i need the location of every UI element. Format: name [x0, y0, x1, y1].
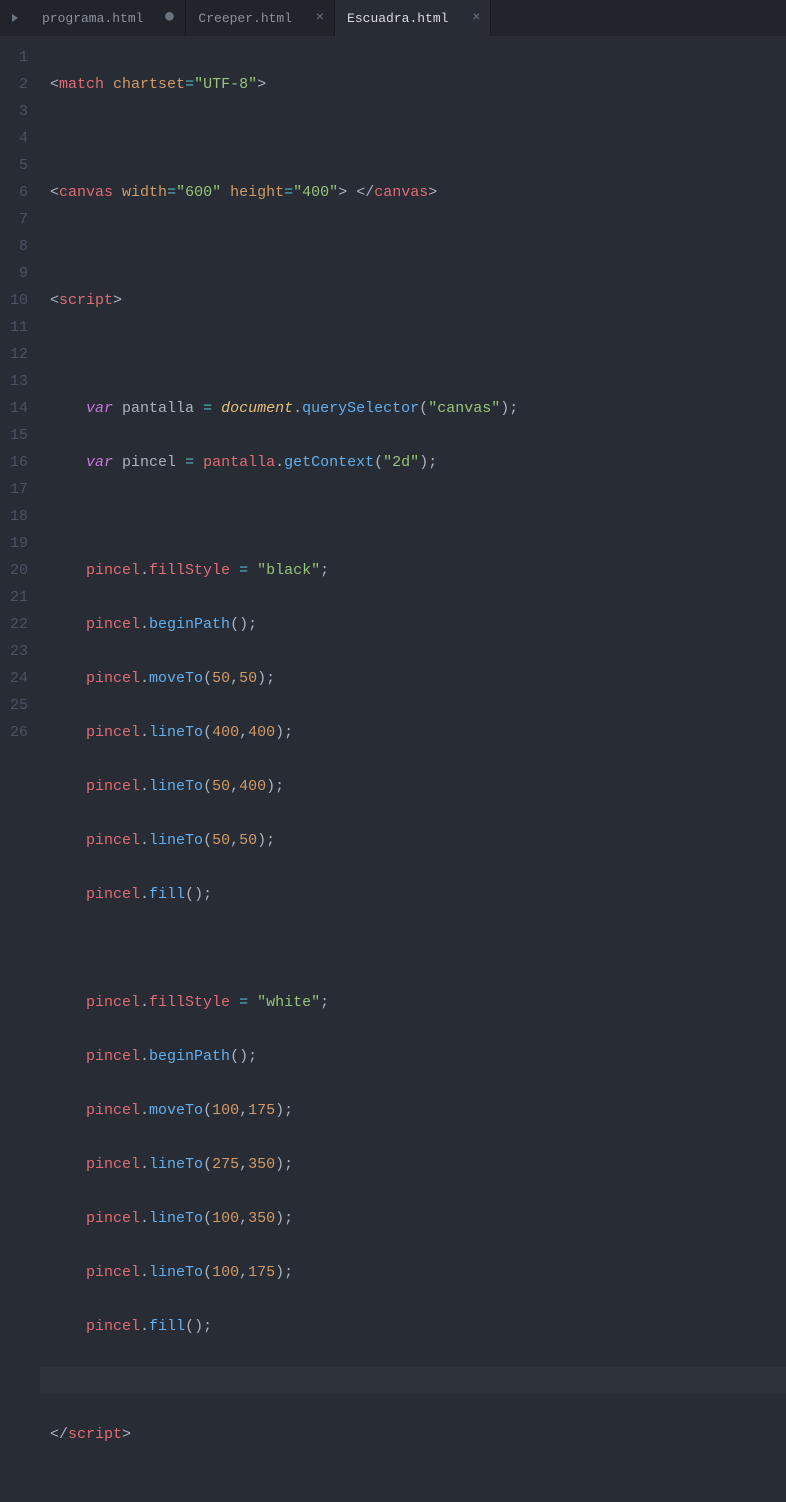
code-line: pincel.lineTo(400,400); — [50, 719, 786, 746]
line-number: 20 — [0, 557, 28, 584]
line-number: 25 — [0, 692, 28, 719]
code-line: pincel.lineTo(100,350); — [50, 1205, 786, 1232]
tab-bar: programa.html ● Creeper.html × Escuadra.… — [0, 0, 786, 36]
code-line: pincel.fill(); — [50, 1313, 786, 1340]
code-line: pincel.beginPath(); — [50, 611, 786, 638]
tab-title: Escuadra.html — [347, 11, 448, 26]
code-line — [50, 125, 786, 152]
line-number: 2 — [0, 71, 28, 98]
code-line: </script> — [50, 1421, 786, 1448]
code-line: pincel.fill(); — [50, 881, 786, 908]
line-number: 8 — [0, 233, 28, 260]
code-line — [50, 503, 786, 530]
line-number: 13 — [0, 368, 28, 395]
line-number: 15 — [0, 422, 28, 449]
tab-creeper[interactable]: Creeper.html × — [186, 0, 335, 36]
line-number: 23 — [0, 638, 28, 665]
line-number: 26 — [0, 719, 28, 746]
line-number: 18 — [0, 503, 28, 530]
code-line: pincel.lineTo(100,175); — [50, 1259, 786, 1286]
code-line: <script> — [50, 287, 786, 314]
code-line: pincel.beginPath(); — [50, 1043, 786, 1070]
line-number: 10 — [0, 287, 28, 314]
code-area[interactable]: <match chartset="UTF-8"> <canvas width="… — [40, 36, 786, 803]
code-line — [50, 341, 786, 368]
line-number: 22 — [0, 611, 28, 638]
tab-escuadra[interactable]: Escuadra.html × — [335, 0, 491, 36]
code-line: pincel.fillStyle = "black"; — [50, 557, 786, 584]
line-number: 5 — [0, 152, 28, 179]
code-line: pincel.lineTo(50,50); — [50, 827, 786, 854]
line-number: 6 — [0, 179, 28, 206]
tab-programa[interactable]: programa.html ● — [30, 0, 186, 36]
line-number: 7 — [0, 206, 28, 233]
code-line: pincel.moveTo(100,175); — [50, 1097, 786, 1124]
close-icon[interactable]: × — [316, 10, 324, 26]
code-line: pincel.fillStyle = "white"; — [50, 989, 786, 1016]
code-line-active — [40, 1367, 786, 1394]
code-line: var pincel = pantalla.getContext("2d"); — [50, 449, 786, 476]
line-number: 1 — [0, 44, 28, 71]
line-number: 3 — [0, 98, 28, 125]
code-line: var pantalla = document.querySelector("c… — [50, 395, 786, 422]
line-number: 11 — [0, 314, 28, 341]
tab-title: Creeper.html — [198, 11, 292, 26]
code-line: pincel.lineTo(50,400); — [50, 773, 786, 800]
line-number: 14 — [0, 395, 28, 422]
code-line — [50, 233, 786, 260]
close-icon[interactable]: × — [472, 10, 480, 26]
code-line — [50, 935, 786, 962]
editor: 1 2 3 4 5 6 7 8 9 10 11 12 13 14 15 16 1… — [0, 36, 786, 803]
code-line: <match chartset="UTF-8"> — [50, 71, 786, 98]
line-number: 4 — [0, 125, 28, 152]
modified-indicator-icon: ● — [163, 13, 175, 23]
line-number: 24 — [0, 665, 28, 692]
line-number: 21 — [0, 584, 28, 611]
line-number: 16 — [0, 449, 28, 476]
line-number: 17 — [0, 476, 28, 503]
code-line: pincel.moveTo(50,50); — [50, 665, 786, 692]
code-line: <canvas width="600" height="400"> </canv… — [50, 179, 786, 206]
line-number: 9 — [0, 260, 28, 287]
tab-scroll-arrow[interactable] — [0, 13, 30, 23]
line-number-gutter: 1 2 3 4 5 6 7 8 9 10 11 12 13 14 15 16 1… — [0, 36, 40, 803]
tab-title: programa.html — [42, 11, 143, 26]
line-number: 12 — [0, 341, 28, 368]
code-line: pincel.lineTo(275,350); — [50, 1151, 786, 1178]
line-number: 19 — [0, 530, 28, 557]
